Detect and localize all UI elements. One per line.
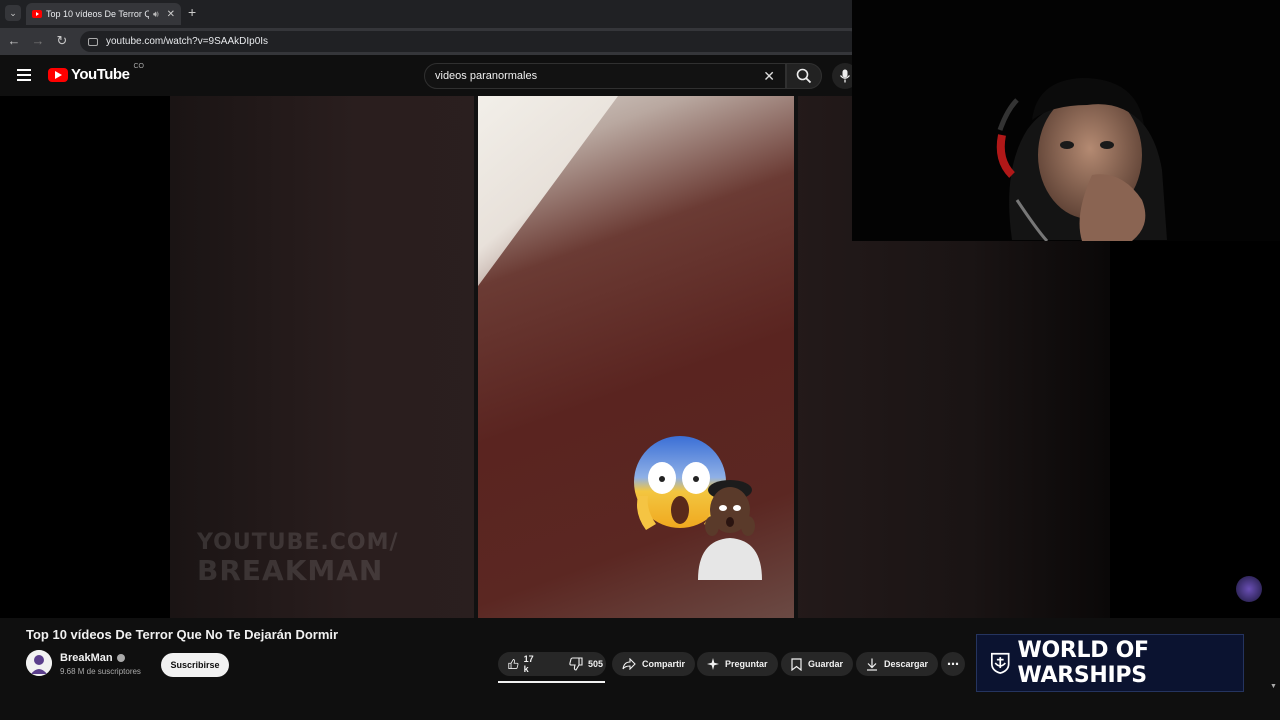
- share-label: Compartir: [642, 659, 686, 669]
- speaker-icon[interactable]: 🔊︎: [153, 9, 159, 20]
- save-label: Guardar: [808, 659, 844, 669]
- watermark-line-1: YOUTUBE.COM/: [197, 530, 399, 555]
- tab-search-menu-icon[interactable]: ⌄: [5, 5, 21, 21]
- ask-button[interactable]: Preguntar: [697, 652, 778, 676]
- warships-shield-icon: [991, 652, 1010, 674]
- channel-name[interactable]: BreakMan: [60, 652, 113, 664]
- like-button[interactable]: 17 k: [498, 652, 547, 676]
- clear-search-icon[interactable]: ✕: [763, 68, 775, 85]
- like-count: 17 k: [523, 654, 534, 674]
- reload-icon[interactable]: ↻: [54, 33, 70, 49]
- tab-close-icon[interactable]: ✕: [167, 9, 175, 20]
- download-button[interactable]: Descargar: [856, 652, 939, 676]
- site-info-icon[interactable]: [88, 37, 98, 46]
- webcam-overlay: [852, 0, 1280, 241]
- search-input[interactable]: videos paranormales ✕: [424, 63, 786, 89]
- microphone-icon: [839, 69, 851, 83]
- subscriber-count: 9.68 M de suscriptores: [60, 667, 141, 676]
- share-button[interactable]: Compartir: [612, 652, 696, 676]
- thumbs-down-icon: [569, 657, 583, 671]
- verified-check-icon: [116, 654, 125, 662]
- back-arrow-icon[interactable]: ←: [6, 33, 22, 48]
- frame-divider: [794, 96, 798, 618]
- ask-label: Preguntar: [725, 659, 768, 669]
- more-actions-button[interactable]: ⋯: [941, 652, 965, 676]
- share-icon: [622, 658, 636, 670]
- youtube-favicon-icon: [32, 10, 42, 18]
- ad-banner[interactable]: WORLD OF WARSHIPS: [976, 634, 1244, 692]
- channel-avatar[interactable]: [26, 650, 52, 676]
- like-ratio-bar: [498, 681, 605, 683]
- tab-title: Top 10 vídeos De Terror Qu: [46, 9, 149, 19]
- video-title: Top 10 vídeos De Terror Que No Te Dejará…: [26, 627, 339, 642]
- channel-logo-icon: [26, 650, 52, 676]
- new-tab-button[interactable]: +: [188, 4, 196, 20]
- scroll-down-arrow-icon[interactable]: ▼: [1270, 683, 1277, 690]
- youtube-play-icon: [48, 67, 68, 82]
- thumbs-up-icon: [508, 659, 519, 669]
- save-button[interactable]: Guardar: [781, 652, 854, 676]
- watermark-line-2: BREAKMAN: [197, 554, 384, 588]
- subscribe-button[interactable]: Suscribirse: [161, 653, 229, 677]
- url-text: youtube.com/watch?v=9SAAkDIp0Is: [106, 36, 269, 47]
- menu-icon[interactable]: [17, 69, 31, 84]
- frame-divider: [474, 96, 478, 618]
- bookmark-icon: [791, 657, 802, 671]
- more-dots-icon: ⋯: [947, 657, 959, 671]
- streamer-face-image: [852, 0, 1280, 241]
- country-code: CO: [133, 63, 144, 70]
- dislike-count: 505: [588, 659, 604, 669]
- search-button[interactable]: [786, 63, 822, 89]
- download-label: Descargar: [884, 659, 929, 669]
- ad-text: WORLD OF WARSHIPS: [1017, 638, 1149, 688]
- channel-name-row[interactable]: BreakMan: [60, 652, 125, 664]
- sparkle-icon: [707, 658, 719, 670]
- download-icon: [867, 658, 877, 671]
- forward-arrow-icon[interactable]: →: [30, 33, 46, 48]
- channel-watermark-icon[interactable]: [1236, 576, 1262, 602]
- youtube-logo[interactable]: YouTube CO: [48, 63, 144, 83]
- shocked-avatar-emoji-icon: [698, 480, 762, 580]
- browser-tab-active[interactable]: Top 10 vídeos De Terror Qu 🔊︎ ✕: [26, 3, 181, 25]
- video-watermark: YOUTUBE.COM/ BREAKMAN: [197, 530, 399, 587]
- search-icon: [796, 68, 812, 84]
- youtube-logo-text: YouTube: [71, 66, 130, 83]
- dislike-button[interactable]: 505: [559, 652, 613, 676]
- like-dislike-bar: 17 k 505: [498, 652, 606, 676]
- url-bar[interactable]: youtube.com/watch?v=9SAAkDIp0Is: [80, 31, 860, 52]
- search-query: videos paranormales: [435, 70, 538, 82]
